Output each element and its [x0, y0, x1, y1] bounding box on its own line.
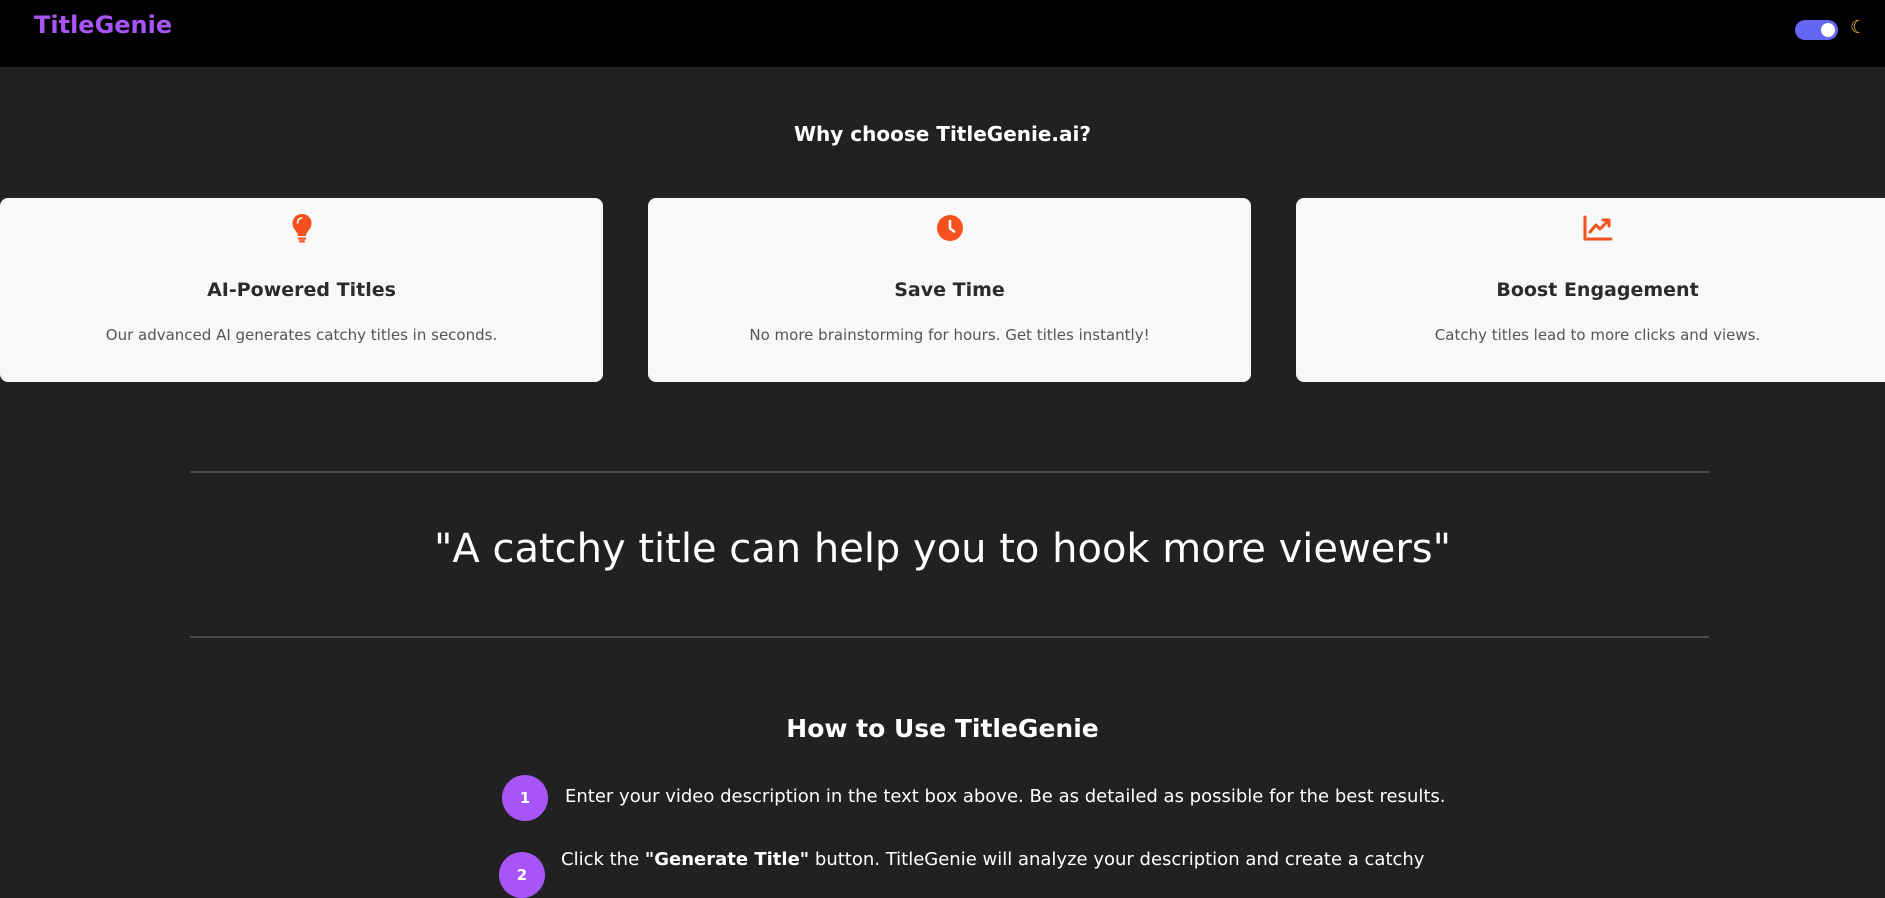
lightbulb-icon: [0, 212, 603, 244]
quote-text: "A catchy title can help you to hook mor…: [433, 526, 1452, 572]
step-text-1: Enter your video description in the text…: [565, 786, 1446, 807]
toggle-knob: [1821, 23, 1835, 37]
card-title: Boost Engagement: [1496, 279, 1699, 301]
brand-logo[interactable]: TitleGenie: [34, 11, 172, 39]
chart-line-icon: [1296, 212, 1885, 244]
card-description: Our advanced AI generates catchy titles …: [105, 326, 498, 344]
navbar: TitleGenie ☾: [0, 0, 1885, 67]
why-section-title: Why choose TitleGenie.ai?: [794, 122, 1091, 146]
card-description: Catchy titles lead to more clicks and vi…: [1434, 326, 1761, 344]
step-number-1: 1: [502, 775, 548, 821]
step-number-2: 2: [499, 852, 545, 898]
feature-card-save-time: Save Time No more brainstorming for hour…: [648, 198, 1251, 382]
generate-title-reference: "Generate Title": [644, 849, 810, 870]
card-title: AI-Powered Titles: [207, 279, 396, 301]
card-description: No more brainstorming for hours. Get tit…: [749, 326, 1150, 344]
clock-icon: [648, 212, 1251, 244]
howto-title: How to Use TitleGenie: [786, 714, 1099, 743]
feature-card-ai-powered: AI-Powered Titles Our advanced AI genera…: [0, 198, 603, 382]
card-title: Save Time: [894, 279, 1005, 301]
step-text-2-after: button. TitleGenie will analyze your des…: [809, 849, 1425, 870]
step-text-2-before: Click the: [561, 849, 645, 870]
feature-card-boost-engagement: Boost Engagement Catchy titles lead to m…: [1296, 198, 1885, 382]
divider-top: [190, 471, 1709, 473]
step-text-2: Click the "Generate Title" button. Title…: [561, 849, 1424, 870]
divider-bottom: [190, 636, 1709, 638]
moon-icon: ☾: [1850, 17, 1867, 38]
dark-mode-toggle[interactable]: [1795, 20, 1838, 40]
